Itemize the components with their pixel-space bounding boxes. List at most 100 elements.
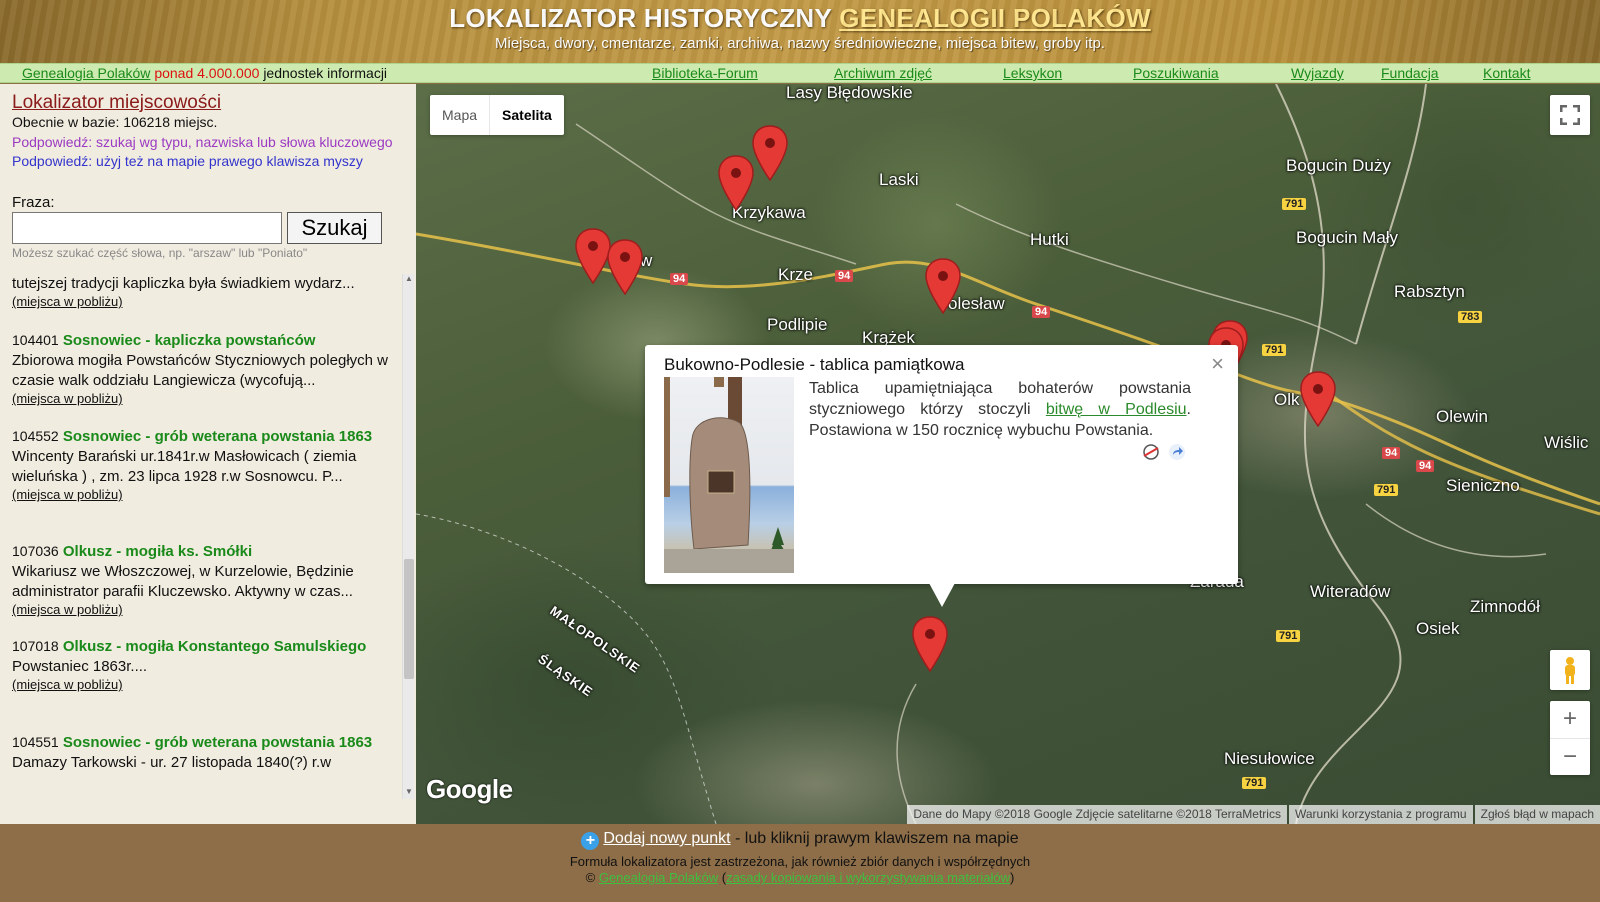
copyright-symbol: ©	[585, 870, 596, 885]
site-title: LOKALIZATOR HISTORYCZNY GENEALOGII POLAK…	[0, 3, 1600, 34]
report-error-link[interactable]: Zgłoś błąd w mapach	[1474, 805, 1600, 824]
map-marker[interactable]	[607, 239, 643, 295]
nav-brand-link[interactable]: Genealogia Polaków	[22, 65, 150, 81]
road-badge: 94	[835, 270, 854, 282]
map-type-satellite-button[interactable]: Satelita	[489, 95, 564, 135]
result-title[interactable]: Sosnowiec - kapliczka powstańców	[63, 332, 316, 349]
nearby-link[interactable]: (miejsca w pobliżu)	[12, 294, 400, 309]
search-input[interactable]	[12, 212, 282, 244]
map-label: Sieniczno	[1446, 476, 1520, 495]
footer-brand-link[interactable]: Genealogia Polaków	[599, 870, 718, 885]
result-description: tutejszej tradycji kapliczka była świadk…	[12, 275, 355, 292]
route-icon[interactable]	[1141, 442, 1161, 462]
map-label: Laski	[879, 170, 919, 189]
pegman-icon	[1565, 657, 1575, 684]
add-icon[interactable]: +	[581, 832, 600, 850]
scroll-down-icon[interactable]: ▼	[403, 787, 415, 799]
map-canvas[interactable]: Lasy Błędowskie Laski Krzykawa Hutki Bog…	[416, 84, 1600, 824]
add-point-link[interactable]: Dodaj nowy punkt	[603, 830, 730, 847]
nearby-link[interactable]: (miejsca w pobliżu)	[12, 602, 400, 617]
map-label: Podlipie	[767, 315, 828, 334]
map-marker[interactable]	[575, 228, 611, 284]
scrollbar-thumb[interactable]	[404, 559, 414, 679]
map-label: Rabsztyn	[1394, 282, 1465, 301]
nav-link-biblioteka-forum[interactable]: Biblioteka-Forum	[652, 65, 758, 81]
scroll-up-icon[interactable]: ▲	[403, 274, 415, 286]
hint-search: Podpowiedź: szukaj wg typu, nazwiska lub…	[12, 134, 393, 150]
terms-link[interactable]: Warunki korzystania z programu	[1288, 805, 1473, 824]
nearby-link[interactable]: (miejsca w pobliżu)	[12, 391, 400, 406]
info-actions	[1141, 442, 1187, 462]
map-label: Lasy Błędowskie	[786, 84, 913, 102]
map-marker[interactable]	[912, 616, 948, 672]
result-title[interactable]: Sosnowiec - grób weterana powstania 1863	[63, 734, 372, 751]
result-description: Wincenty Barański ur.1841r.w Masłowicach…	[12, 448, 357, 485]
google-logo: Google	[426, 774, 513, 804]
search-button[interactable]: Szukaj	[287, 212, 382, 244]
street-view-button[interactable]	[1550, 650, 1590, 690]
nav-link-leksykon[interactable]: Leksykon	[1003, 65, 1062, 81]
map-attribution: Dane do Mapy ©2018 Google Zdjęcie sateli…	[905, 805, 1600, 824]
road-badge: 791	[1374, 484, 1399, 496]
nav-link-poszukiwania[interactable]: Poszukiwania	[1133, 65, 1219, 81]
map-label: Olewin	[1436, 407, 1488, 426]
footer-notice: Formuła lokalizatora jest zastrzeżona, j…	[569, 854, 1031, 869]
result-title[interactable]: Olkusz - mogiła ks. Smółki	[63, 543, 252, 560]
road-badge: 791	[1276, 630, 1301, 642]
map-label: Zimnodół	[1470, 597, 1540, 616]
database-count: Obecnie w bazie: 106218 miejsc.	[12, 114, 218, 130]
zoom-in-button[interactable]: +	[1550, 701, 1590, 737]
nav-link-kontakt[interactable]: Kontakt	[1483, 65, 1530, 81]
battle-link[interactable]: bitwę w Podlesiu	[1046, 401, 1187, 418]
result-id: 107036	[12, 543, 59, 559]
info-window-title: Bukowno-Podlesie - tablica pamiątkowa	[664, 355, 965, 374]
nav-link-wyjazdy[interactable]: Wyjazdy	[1291, 65, 1344, 81]
map-type-map-button[interactable]: Mapa	[430, 95, 489, 135]
map-label: Wiślic	[1544, 433, 1589, 452]
fullscreen-icon	[1560, 105, 1580, 125]
results-scrollbar[interactable]: ▲ ▼	[402, 274, 414, 799]
map-data-attribution[interactable]: Dane do Mapy ©2018 Google Zdjęcie sateli…	[907, 805, 1287, 824]
map-marker[interactable]	[925, 258, 961, 314]
list-item: 107036 Olkusz - mogiła ks. Smółki Wikari…	[12, 541, 400, 617]
map-marker[interactable]	[752, 125, 788, 181]
map-label: Witeradów	[1310, 582, 1391, 601]
nearby-link[interactable]: (miejsca w pobliżu)	[12, 677, 400, 692]
result-id: 107018	[12, 638, 59, 654]
close-icon[interactable]: ×	[1211, 353, 1224, 375]
result-title[interactable]: Sosnowiec - grób weterana powstania 1863	[63, 428, 372, 445]
map-label: Osiek	[1416, 619, 1460, 638]
site-header: LOKALIZATOR HISTORYCZNY GENEALOGII POLAK…	[0, 0, 1600, 63]
list-item: 104401 Sosnowiec - kapliczka powstańców …	[12, 330, 400, 406]
nearby-link[interactable]: (miejsca w pobliżu)	[12, 487, 400, 502]
map-marker[interactable]	[1300, 371, 1336, 427]
zoom-out-button[interactable]: −	[1550, 738, 1590, 774]
top-navbar: Genealogia Polaków ponad 4.000.000 jedno…	[0, 63, 1600, 83]
map-label: Olk	[1274, 390, 1300, 409]
road-badge: 783	[1458, 311, 1483, 323]
site-title-link[interactable]: GENEALOGII POLAKÓW	[839, 3, 1151, 33]
map-label: Hutki	[1030, 230, 1069, 249]
map-type-control: Mapa Satelita	[430, 95, 564, 135]
result-description: Powstaniec 1863r....	[12, 658, 148, 675]
nav-link-fundacja[interactable]: Fundacja	[1381, 65, 1439, 81]
list-item: 104552 Sosnowiec - grób weterana powstan…	[12, 426, 400, 502]
info-window-text: Tablica upamiętniająca bohaterów powstan…	[809, 378, 1191, 441]
nav-count: ponad 4.000.000	[154, 65, 260, 81]
list-item: 104551 Sosnowiec - grób weterana powstan…	[12, 732, 400, 773]
result-description: Damazy Tarkowski - ur. 27 listopada 1840…	[12, 754, 332, 771]
memorial-photo[interactable]	[664, 377, 794, 573]
locator-title[interactable]: Lokalizator miejscowości	[12, 92, 221, 114]
add-point-line: + Dodaj nowy punkt - lub kliknij prawym k…	[0, 830, 1600, 850]
map-label: Bogucin Mały	[1296, 228, 1399, 247]
road-badge: 94	[1416, 460, 1435, 472]
result-id: 104401	[12, 332, 59, 348]
share-icon[interactable]	[1167, 442, 1187, 462]
result-title[interactable]: Olkusz - mogiła Konstantego Samulskiego	[63, 638, 366, 655]
road-badge: 94	[1032, 306, 1051, 318]
results-list: tutejszej tradycji kapliczka była świadk…	[0, 274, 402, 814]
nav-link-archiwum-zdjec[interactable]: Archiwum zdjęć	[834, 65, 932, 81]
fullscreen-button[interactable]	[1550, 95, 1590, 135]
copy-rules-link[interactable]: zasady kopiowania i wykorzystywania mate…	[726, 870, 1010, 885]
map-marker[interactable]	[718, 155, 754, 211]
